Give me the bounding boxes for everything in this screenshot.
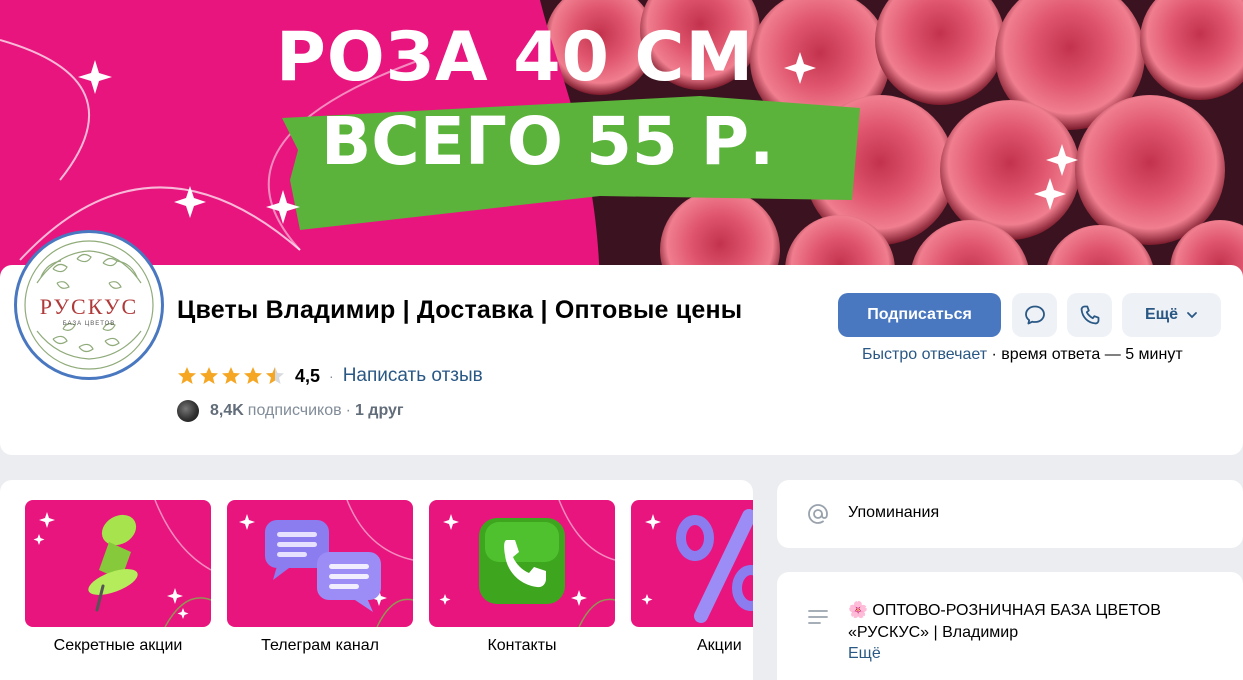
- star-icon: [222, 367, 240, 384]
- subscribe-button[interactable]: Подписаться: [838, 293, 1001, 337]
- text-lines-icon: [808, 610, 828, 624]
- more-label: Ещё: [1144, 306, 1179, 323]
- star-icon: [178, 367, 196, 384]
- tile-telegram-channel[interactable]: [227, 500, 413, 627]
- mentions-card[interactable]: [777, 480, 1243, 548]
- cover-headline: РОЗА 40 СМ: [276, 18, 755, 97]
- message-button[interactable]: [1012, 293, 1057, 337]
- percent-icon: [641, 509, 753, 623]
- separator-dot: ·: [329, 368, 334, 384]
- about-description: 🌸 ОПТОВО-РОЗНИЧНАЯ БАЗА ЦВЕТОВ «РУСКУС» …: [848, 600, 1228, 644]
- half-star-icon: [266, 367, 284, 384]
- avatar[interactable]: РУСКУС БАЗА ЦВЕТОВ: [14, 230, 164, 380]
- at-sign-icon: [808, 504, 828, 524]
- cover-price: ВСЕГО 55 Р.: [321, 103, 775, 180]
- chat-bubble-icon: [1024, 305, 1045, 325]
- tile-label[interactable]: Секретные акции: [25, 637, 211, 655]
- rating-stars[interactable]: [177, 366, 285, 386]
- pushpin-icon: [33, 500, 211, 627]
- more-button[interactable]: Ещё: [1122, 293, 1221, 337]
- star-icon: [200, 367, 218, 384]
- logo-subtitle: БАЗА ЦВЕТОВ: [62, 321, 116, 327]
- subscribers-label: подписчиков: [247, 402, 342, 419]
- separator-dot: ·: [345, 402, 351, 419]
- about-more-link[interactable]: Ещё: [848, 645, 881, 663]
- tile-contacts[interactable]: [429, 500, 615, 627]
- tile-label[interactable]: Телеграм канал: [227, 637, 413, 655]
- tile-promotions[interactable]: [631, 500, 753, 627]
- tile-label[interactable]: Акции: [631, 637, 753, 655]
- friends-count: 1 друг: [354, 402, 404, 419]
- tile-label[interactable]: Контакты: [429, 637, 615, 655]
- response-time: Быстро отвечает · время ответа — 5 минут: [862, 346, 1183, 363]
- flower-emoji-icon: 🌸: [848, 602, 868, 619]
- cover-banner: РОЗА 40 СМ ВСЕГО 55 Р.: [0, 0, 1243, 300]
- phone-icon: [439, 500, 615, 627]
- tile-secret-promotions[interactable]: [25, 500, 211, 627]
- phone-icon: [1080, 305, 1099, 325]
- logo-wordmark: РУСКУС: [39, 294, 139, 319]
- mentions-label[interactable]: Упоминания: [848, 504, 939, 522]
- call-button[interactable]: [1067, 293, 1112, 337]
- rating-row: 4,5 · Написать отзыв: [177, 364, 483, 388]
- rating-value: 4,5: [295, 365, 321, 386]
- write-review-link[interactable]: Написать отзыв: [343, 365, 483, 387]
- star-icon: [244, 367, 262, 384]
- community-page: РОЗА 40 СМ ВСЕГО 55 Р. РУСКУС БАЗА ЦВЕТО…: [0, 0, 1243, 680]
- subscribers-row[interactable]: 8,4K подписчиков · 1 друг: [177, 400, 404, 422]
- chevron-down-icon: [1187, 312, 1197, 319]
- friend-avatar: [177, 400, 199, 422]
- fast-reply-label: Быстро отвечает: [862, 346, 988, 363]
- subscribers-count: 8,4K: [210, 402, 244, 419]
- chat-bubbles-icon: [239, 500, 413, 627]
- about-text: ОПТОВО-РОЗНИЧНАЯ БАЗА ЦВЕТОВ «РУСКУС» | …: [848, 602, 1161, 641]
- reply-time: время ответа — 5 минут: [1001, 346, 1183, 363]
- page-title: Цветы Владимир | Доставка | Оптовые цены: [177, 296, 743, 324]
